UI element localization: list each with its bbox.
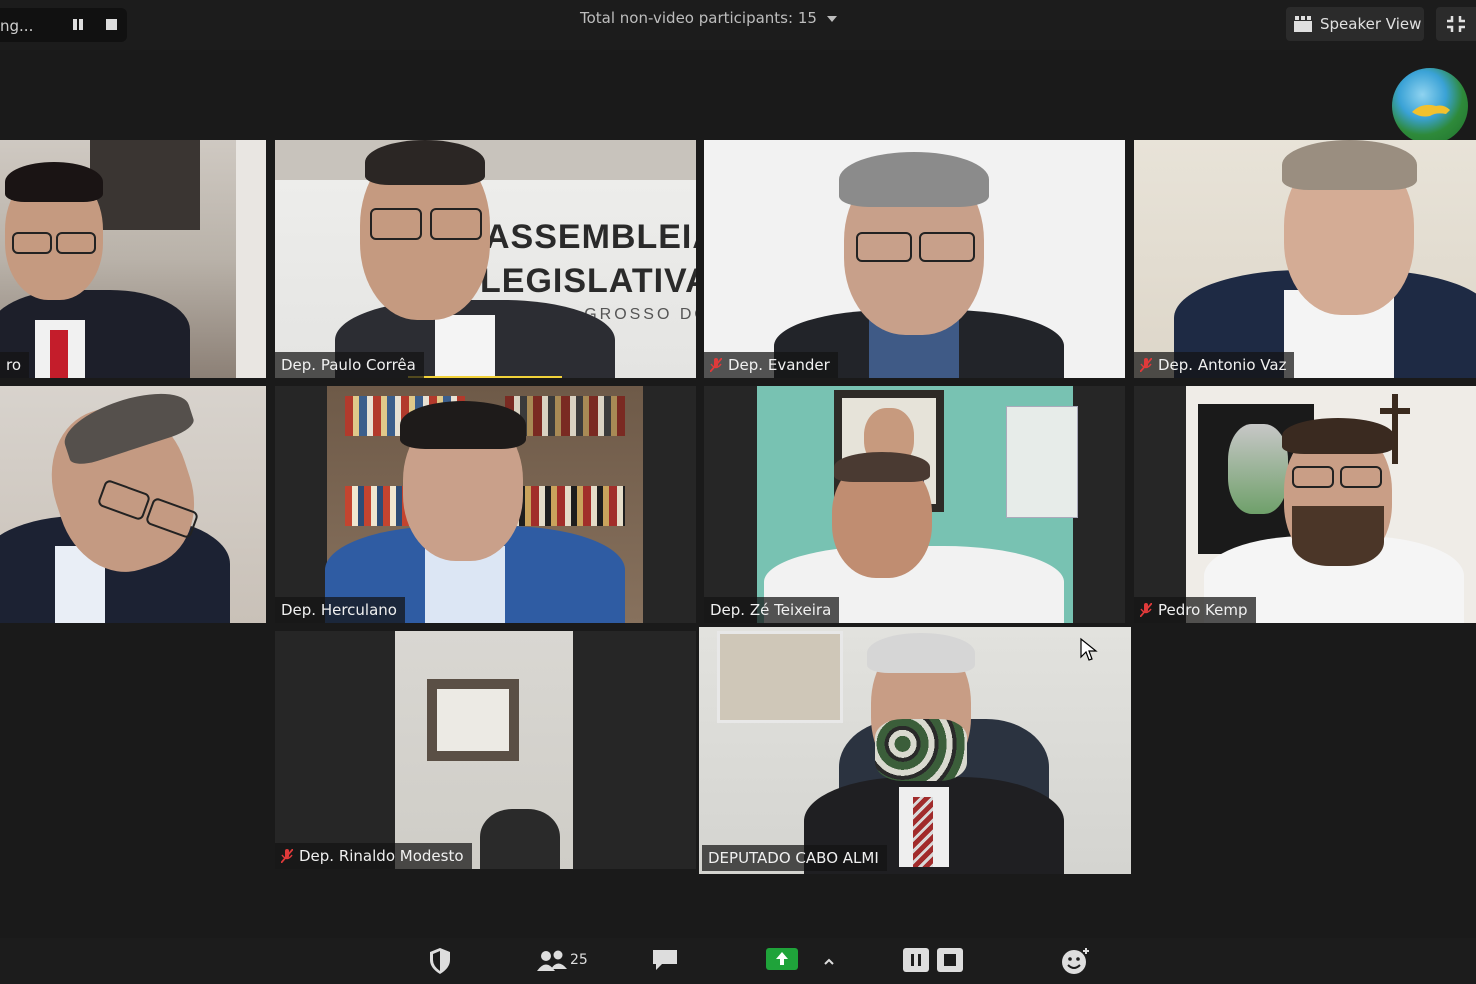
video-tile[interactable]: [0, 386, 266, 623]
video-tile[interactable]: Dep. Zé Teixeira: [704, 386, 1125, 623]
wall-poster: [1006, 406, 1078, 518]
participant-name-label: Pedro Kemp: [1158, 601, 1248, 619]
participant-name-label: DEPUTADO CABO ALMI: [708, 849, 879, 867]
exit-fullscreen-button[interactable]: [1436, 7, 1476, 41]
chat-button[interactable]: [650, 946, 680, 976]
share-screen-button[interactable]: [766, 946, 798, 976]
participant-name: DEPUTADO CABO ALMI: [702, 845, 887, 871]
wall-frame: [90, 140, 200, 230]
microphone-muted-icon: [1140, 603, 1152, 617]
pause-record-icon: [903, 948, 929, 972]
participant-name-label: Dep. Rinaldo Modesto: [299, 847, 464, 865]
active-speaker-tile[interactable]: DEPUTADO CABO ALMI: [699, 627, 1131, 874]
meeting-toolbar: 25: [0, 938, 1476, 984]
video-tile[interactable]: Dep. Evander: [704, 140, 1125, 378]
participant-name-label: Dep. Antonio Vaz: [1158, 356, 1287, 374]
reactions-button[interactable]: [1060, 946, 1092, 976]
security-button[interactable]: [426, 946, 456, 976]
share-options-button[interactable]: [822, 946, 836, 976]
recording-label: ng...: [0, 17, 34, 35]
share-screen-icon: [766, 948, 798, 970]
participants-icon: [537, 950, 567, 971]
video-tile[interactable]: ASSEMBLEIA LEGISLATIVA MATO GROSSO DO SU…: [275, 140, 696, 378]
wall-artwork: [717, 631, 843, 723]
stop-record-icon: [937, 948, 963, 972]
face-mask: [875, 719, 967, 781]
participant-name: Dep. Zé Teixeira: [704, 597, 840, 623]
pause-recording-button[interactable]: [70, 17, 86, 33]
chevron-down-icon: [826, 15, 837, 22]
microphone-muted-icon: [1140, 358, 1152, 372]
video-tile[interactable]: Dep. Antonio Vaz: [1134, 140, 1476, 378]
participant-name-label: ro: [6, 356, 22, 374]
security-icon: [430, 948, 450, 974]
window: [236, 140, 266, 378]
stop-recording-toolbar-button[interactable]: [936, 946, 964, 976]
top-bar: ng... Total non-video participants: 15 S…: [0, 0, 1476, 50]
backdrop-text: ASSEMBLEIA: [485, 218, 696, 256]
participant-name: Dep. Paulo Corrêa: [275, 352, 424, 378]
video-tile[interactable]: ro: [0, 140, 266, 378]
participant-name: Dep. Rinaldo Modesto: [275, 843, 472, 869]
participant-name-label: Dep. Zé Teixeira: [710, 601, 832, 619]
chair: [480, 809, 560, 869]
stop-recording-button[interactable]: [104, 17, 120, 33]
mouse-cursor-icon: [1080, 637, 1098, 661]
recording-indicator: ng...: [0, 8, 127, 42]
participant-name-label: Dep. Paulo Corrêa: [281, 356, 416, 374]
video-tile[interactable]: Pedro Kemp: [1134, 386, 1476, 623]
chat-icon: [653, 950, 677, 970]
non-video-participants-dropdown[interactable]: Total non-video participants: 15: [580, 9, 837, 27]
ceiling: [275, 140, 696, 180]
speaker-view-button[interactable]: Speaker View: [1286, 7, 1424, 41]
speaker-view-label: Speaker View: [1320, 15, 1422, 33]
participant-name: Pedro Kemp: [1134, 597, 1256, 623]
active-indicator: [408, 376, 562, 378]
participant-name-label: Dep. Evander: [728, 356, 830, 374]
participants-count: 25: [570, 952, 588, 968]
microphone-muted-icon: [710, 358, 722, 372]
microphone-muted-icon: [281, 849, 293, 863]
participant-name-label: Dep. Herculano: [281, 601, 397, 619]
non-video-participants-label: Total non-video participants: 15: [580, 9, 817, 27]
grid-icon: [1294, 16, 1312, 32]
video-tile[interactable]: Dep. Rinaldo Modesto: [275, 631, 696, 869]
participant-name: Dep. Herculano: [275, 597, 405, 623]
wall-certificate: [427, 679, 519, 761]
jaguar-icon: [1412, 104, 1450, 117]
exit-fullscreen-icon: [1447, 16, 1465, 32]
backdrop-text: LEGISLATIVA: [480, 262, 696, 300]
video-tile[interactable]: Dep. Herculano: [275, 386, 696, 623]
participant-name: ro: [0, 352, 30, 378]
reactions-icon: [1062, 948, 1089, 974]
participant-name: Dep. Antonio Vaz: [1134, 352, 1295, 378]
participant-name: Dep. Evander: [704, 352, 838, 378]
tvalem-logo: [1392, 68, 1468, 144]
pause-recording-toolbar-button[interactable]: [902, 946, 930, 976]
more-caret-icon: [824, 958, 834, 965]
